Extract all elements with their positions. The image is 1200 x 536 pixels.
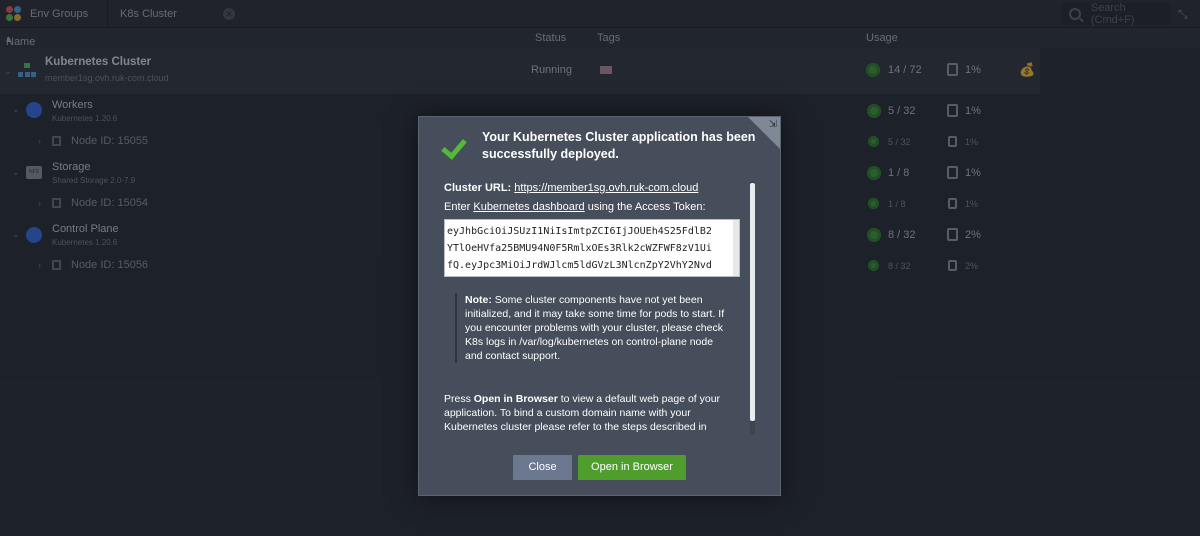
dashboard-line: Enter Kubernetes dashboard using the Acc… [444,200,744,214]
press-bold: Open in Browser [473,393,558,405]
cluster-url-line: Cluster URL: https://member1sg.ovh.ruk-c… [444,181,744,195]
dialog-body: Cluster URL: https://member1sg.ovh.ruk-c… [444,181,757,435]
dashboard-link[interactable]: Kubernetes dashboard [473,201,584,213]
press-prefix: Press [444,393,474,405]
enter-suffix: using the Access Token: [584,201,706,213]
press-paragraph: Press Open in Browser to view a default … [444,392,744,434]
token-line: fQ.eyJpc3MiOiJrdWJlcm5ldGVzL3NlcnZpY2VhY… [447,260,712,271]
token-line: YTlOeHVfa25BMU94N0F5RmlxOEs3Rlk2cWZFWF8z… [447,243,712,254]
deployment-success-dialog: Your Kubernetes Cluster application has … [418,116,781,496]
close-button[interactable]: Close [513,455,572,480]
scrollbar-thumb[interactable] [750,183,755,421]
dialog-scrollbar[interactable] [750,181,755,435]
open-in-browser-button[interactable]: Open in Browser [578,455,686,480]
access-token-textarea[interactable]: eyJhbGciOiJSUzI1NiIsImtpZCI6IjJOUEh4S25F… [444,219,740,277]
note-block: Note: Some cluster components have not y… [455,293,727,363]
note-text: Some cluster components have not yet bee… [465,294,725,362]
dialog-header: Your Kubernetes Cluster application has … [419,117,780,177]
cluster-url-label: Cluster URL: [444,182,512,194]
minimize-icon[interactable]: ⇲ [769,119,777,130]
success-check-icon [443,133,469,159]
enter-prefix: Enter [444,201,474,213]
note-label: Note: [465,294,492,306]
token-line: eyJhbGciOiJSUzI1NiIsImtpZCI6IjJOUEh4S25F… [447,226,712,237]
dialog-title: Your Kubernetes Cluster application has … [482,130,756,161]
access-token-text: eyJhbGciOiJSUzI1NiIsImtpZCI6IjJOUEh4S25F… [447,223,737,274]
token-scrollbar[interactable] [733,220,739,276]
cluster-url-link[interactable]: https://member1sg.ovh.ruk-com.cloud [514,182,698,194]
